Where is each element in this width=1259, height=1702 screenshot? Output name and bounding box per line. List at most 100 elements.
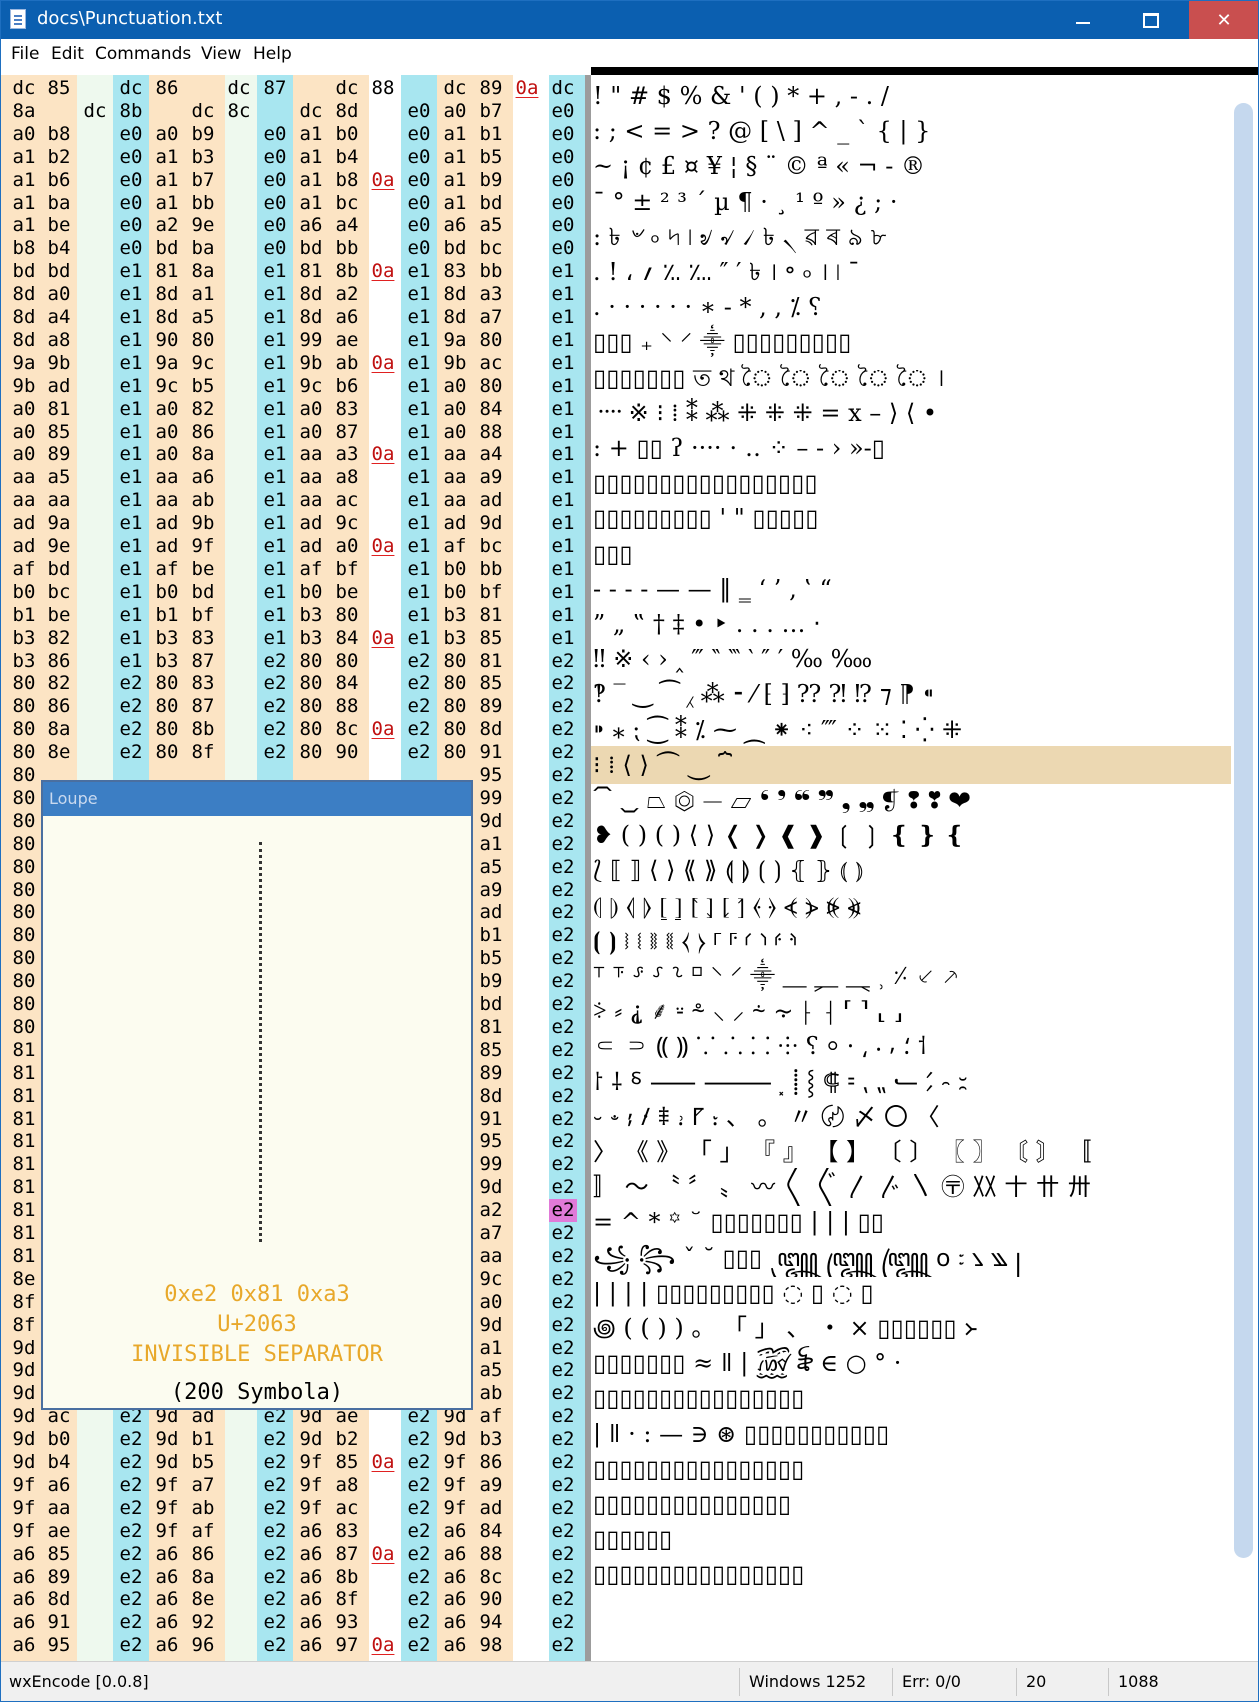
hex-byte[interactable]: e1 [549,512,577,535]
hex-byte[interactable]: e1 [261,421,289,444]
hex-byte[interactable]: a6 [441,1611,469,1634]
hex-byte[interactable]: b7 [477,100,505,123]
hex-byte[interactable]: b6 [333,375,361,398]
hex-byte[interactable]: 8d [477,1085,505,1108]
hex-row[interactable]: 9f aa e2 9f ab e2 9f ac e2 9f ad e2 [1,1497,585,1520]
hex-byte[interactable]: b3 [10,650,38,673]
hex-byte[interactable]: bb [333,237,361,260]
hex-byte[interactable]: bd [153,237,181,260]
hex-row[interactable]: 9d b0 e2 9d b1 e2 9d b2 e2 9d b3 e2 [1,1428,585,1451]
hex-byte[interactable]: dc [441,77,469,100]
hex-byte[interactable]: e1 [117,512,145,535]
hex-byte[interactable]: ad [297,512,325,535]
line-feed-byte[interactable]: 0a [369,718,397,741]
hex-byte[interactable]: e2 [549,787,577,810]
hex-byte[interactable]: 80 [441,695,469,718]
hex-byte[interactable]: a9 [477,466,505,489]
hex-byte[interactable]: e0 [261,146,289,169]
hex-byte[interactable]: b8 [333,169,361,192]
glyph-row[interactable]: ‽ ‾ ‿ ⁀ ⁁ ⁂ ⁃ ⁄ ⁅ ⁆ ⁇ ⁈ ⁉ ⁊ ⁋ ⁌ [591,675,1231,713]
hex-byte[interactable]: e2 [549,1222,577,1245]
hex-byte[interactable]: a6 [10,1588,38,1611]
hex-byte[interactable]: 83 [441,260,469,283]
hex-byte[interactable]: a0 [153,443,181,466]
hex-byte[interactable]: e0 [405,146,433,169]
hex-byte[interactable]: e2 [117,1428,145,1451]
hex-byte[interactable]: 8d [297,306,325,329]
hex-byte[interactable]: e2 [117,1474,145,1497]
hex-byte[interactable]: a0 [333,535,361,558]
hex-byte[interactable]: 8c [477,1566,505,1589]
hex-byte[interactable]: a1 [10,214,38,237]
hex-byte[interactable]: e2 [405,695,433,718]
hex-byte[interactable]: af [297,558,325,581]
hex-byte[interactable]: a6 [333,306,361,329]
hex-byte[interactable]: 80 [153,672,181,695]
hex-byte[interactable]: a0 [153,123,181,146]
hex-byte[interactable]: 82 [45,672,73,695]
hex-byte[interactable]: 85 [45,77,73,100]
hex-byte[interactable]: 9d [477,810,505,833]
hex-byte[interactable]: b8 [10,237,38,260]
hex-byte[interactable]: 9f [441,1451,469,1474]
hex-byte[interactable]: a5 [477,856,505,879]
hex-byte[interactable]: 9c [153,375,181,398]
hex-byte[interactable]: 9e [45,535,73,558]
hex-byte[interactable]: e0 [549,123,577,146]
hex-byte[interactable]: af [10,558,38,581]
hex-byte[interactable]: e2 [549,1497,577,1520]
hex-byte[interactable]: 80 [189,329,217,352]
hex-byte[interactable]: 8c [225,100,253,123]
glyph-row[interactable]: 〉 《 》 「 」 『 』 【 】 〔 〕 〖 〗 〘 〙 〚 [591,1133,1231,1171]
hex-byte[interactable]: b2 [45,146,73,169]
hex-byte[interactable]: e2 [261,1451,289,1474]
hex-byte[interactable]: e1 [261,581,289,604]
glyph-row[interactable]: | | | | ▯▯▯▯▯▯▯▯▯ ◌ ▯ ◌ ▯ [591,1274,1231,1312]
hex-byte[interactable]: 81 [477,650,505,673]
hex-byte[interactable]: a0 [10,398,38,421]
hex-byte[interactable]: 8f [333,1588,361,1611]
hex-row[interactable]: a0 89 e1 a0 8a e1 aa a3 0a e1 aa a4 e1 [1,443,585,466]
hex-byte[interactable]: a6 [441,1520,469,1543]
hex-byte[interactable]: 9e [189,214,217,237]
hex-byte[interactable]: a2 [333,283,361,306]
hex-byte[interactable]: 88 [369,77,397,100]
hex-byte[interactable]: e0 [405,237,433,260]
hex-byte[interactable]: 80 [153,718,181,741]
hex-byte[interactable]: e1 [549,443,577,466]
hex-byte[interactable]: 80 [441,718,469,741]
glyph-row[interactable]: ▯▯▯▯▯▯▯▯▯▯▯▯▯▯▯▯▯ [591,464,1231,502]
hex-byte[interactable]: 85 [477,672,505,695]
hex-byte[interactable]: 87 [189,650,217,673]
hex-byte[interactable]: e2 [549,650,577,673]
hex-row[interactable]: a6 91 e2 a6 92 e2 a6 93 e2 a6 94 e2 [1,1611,585,1634]
hex-byte[interactable]: e1 [261,398,289,421]
hex-byte[interactable]: b1 [10,604,38,627]
hex-byte[interactable]: b3 [477,1428,505,1451]
hex-byte[interactable]: b3 [441,627,469,650]
hex-byte[interactable]: 87 [189,695,217,718]
hex-byte[interactable]: e2 [117,1520,145,1543]
hex-byte[interactable]: 87 [261,77,289,100]
hex-byte[interactable]: e1 [405,558,433,581]
hex-byte[interactable]: a9 [477,879,505,902]
hex-byte[interactable]: 8a [45,718,73,741]
hex-byte[interactable]: bc [333,192,361,215]
hex-byte[interactable]: a0 [297,398,325,421]
hex-byte[interactable]: e2 [549,993,577,1016]
hex-byte[interactable]: 99 [477,787,505,810]
hex-byte[interactable]: e2 [549,1382,577,1405]
hex-row[interactable]: af bd e1 af be e1 af bf e1 b0 bb e1 [1,558,585,581]
hex-byte[interactable]: e2 [549,879,577,902]
hex-byte[interactable]: a1 [297,192,325,215]
glyph-row[interactable]: - - - - — — ‖ ‗ ‘ ’ ‚ ‛ “ [591,570,1231,608]
hex-byte[interactable]: aa [45,1497,73,1520]
glyph-pane[interactable]: ! " # $ % & ' ( ) * + , - . /: ; < = > ?… [591,75,1231,1661]
hex-byte[interactable]: a6 [297,214,325,237]
hex-byte[interactable]: e1 [117,627,145,650]
hex-byte[interactable]: 81 [10,1199,38,1222]
hex-byte[interactable]: e2 [117,1497,145,1520]
hex-byte[interactable]: e2 [549,1108,577,1131]
hex-byte[interactable]: 8c [333,718,361,741]
hex-byte[interactable]: af [477,1405,505,1428]
